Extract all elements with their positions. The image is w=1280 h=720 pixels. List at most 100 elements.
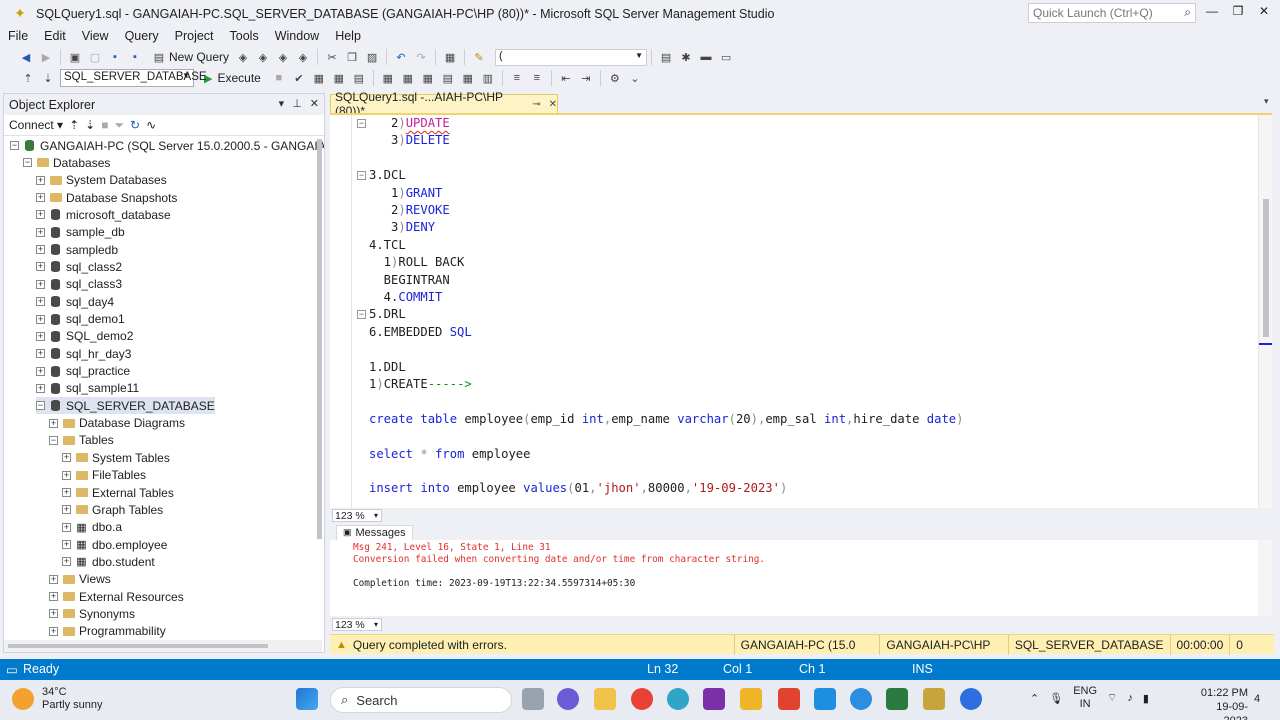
tree-node[interactable]: + System Databases [36, 172, 167, 189]
tree-node[interactable]: + System Tables [62, 449, 170, 466]
fold-icon[interactable]: − [357, 171, 366, 181]
zoom-icon[interactable] [960, 688, 982, 710]
chrome-icon[interactable] [631, 688, 653, 710]
expand-icon[interactable]: + [62, 488, 71, 497]
cut-icon[interactable]: ✂ [324, 49, 340, 65]
battery-icon[interactable]: ▮ [1143, 692, 1149, 705]
notification-count[interactable]: 4 [1254, 693, 1260, 705]
expand-icon[interactable]: + [49, 609, 58, 619]
tree-node[interactable]: + sql_practice [36, 363, 130, 380]
expand-icon[interactable]: + [62, 453, 71, 463]
results-to-file-icon[interactable]: ▥ [480, 70, 496, 86]
add-item-icon[interactable]: ▢ [87, 49, 103, 65]
code-line[interactable]: insert into employee values(01,'jhon',80… [369, 480, 787, 497]
expand-icon[interactable]: + [36, 175, 45, 185]
back-icon[interactable]: ◀ [18, 49, 34, 65]
pin-icon[interactable]: ⊥ [292, 97, 302, 110]
stop-icon[interactable]: ■ [101, 118, 108, 132]
tree-node[interactable]: + ▦ dbo.student [62, 553, 155, 570]
menu-project[interactable]: Project [167, 29, 222, 43]
object-explorer-scrollbar[interactable] [317, 139, 322, 539]
tree-node[interactable]: − Databases [23, 154, 110, 171]
refresh-icon[interactable]: ↻ [130, 118, 140, 132]
tree-node[interactable]: + Graph Tables [62, 501, 163, 518]
solution-explorer-icon[interactable]: ▤ [658, 49, 674, 65]
expand-icon[interactable]: + [36, 279, 45, 289]
maximize-icon[interactable]: ❐ [1228, 4, 1248, 22]
chevron-down-icon[interactable]: ▾ [279, 97, 285, 110]
paste-icon[interactable]: ▨ [364, 49, 380, 65]
expand-icon[interactable]: + [36, 210, 45, 220]
undo-icon[interactable]: ↶ [393, 49, 409, 65]
find-combo[interactable]: ( ▼ [495, 48, 648, 66]
intellisense-icon[interactable]: ▤ [351, 70, 367, 86]
connect-icon[interactable]: ⇡ [20, 70, 36, 86]
taskbar-search[interactable]: ⌕ Search [330, 687, 512, 713]
tree-node[interactable]: + ▦ dbo.a [62, 519, 122, 536]
editor-vertical-scrollbar[interactable] [1258, 115, 1272, 509]
new-query-button[interactable]: ▤ New Query [149, 49, 229, 65]
expand-icon[interactable]: + [36, 193, 45, 203]
query-editor[interactable]: − − − 2)UPDATE 3)DELETE 3.DCL 1)GRANT 2)REV… [330, 113, 1272, 509]
code-line[interactable]: 4.TCL [369, 237, 406, 254]
menu-tools[interactable]: Tools [222, 29, 267, 43]
specify-values-icon[interactable]: ⚙ [607, 70, 623, 86]
code-line[interactable]: 3)DELETE [369, 132, 450, 149]
scroll-thumb[interactable] [1263, 199, 1269, 337]
code-line[interactable]: 5.DRL [369, 306, 406, 323]
teams-icon[interactable] [557, 688, 579, 710]
results-to-text-icon[interactable]: ▤ [440, 70, 456, 86]
tree-node[interactable]: + Database Snapshots [36, 189, 177, 206]
parse-icon[interactable]: ✔ [291, 70, 307, 86]
disconnect-icon[interactable]: ⇣ [85, 118, 95, 132]
expand-icon[interactable]: + [36, 314, 45, 324]
available-databases-combo[interactable]: SQL_SERVER_DATABASE ▼ [60, 69, 207, 87]
code-line[interactable]: 6.EMBEDDED SQL [369, 324, 472, 341]
tree-node[interactable]: + Synonyms [49, 605, 135, 622]
pin-icon[interactable]: ⊸ [532, 99, 540, 110]
excel-icon[interactable] [886, 688, 908, 710]
windows-start-icon[interactable] [296, 688, 318, 710]
expand-icon[interactable]: + [36, 262, 45, 272]
tree-node[interactable]: + External Resources [49, 588, 184, 605]
fold-icon[interactable]: − [357, 119, 366, 128]
code-line[interactable]: 2)UPDATE [369, 115, 450, 132]
ssms-taskbar-icon[interactable] [923, 688, 945, 710]
properties-icon[interactable]: ✱ [678, 49, 694, 65]
tree-node[interactable]: − GANGAIAH-PC (SQL Server 15.0.2000.5 - G… [10, 137, 324, 154]
results-to-grid-icon[interactable]: ▦ [460, 70, 476, 86]
language-indicator[interactable]: ENG IN [1073, 685, 1097, 711]
anydesk-icon[interactable] [778, 688, 800, 710]
expand-icon[interactable]: + [36, 245, 45, 255]
close-icon[interactable]: ✕ [549, 99, 557, 110]
decrease-indent-icon[interactable]: ⇤ [558, 70, 574, 86]
expand-icon[interactable]: + [36, 383, 45, 393]
dmx-query-icon[interactable]: ◈ [275, 49, 291, 65]
code-line[interactable]: 3)DENY [369, 219, 435, 236]
code-line[interactable]: 1)GRANT [369, 185, 442, 202]
disconnect-icon[interactable]: ⇣ [40, 70, 56, 86]
expand-icon[interactable]: + [49, 626, 58, 636]
new-project-icon[interactable]: ▣ [67, 49, 83, 65]
tab-sqlquery1[interactable]: SQLQuery1.sql -...AIAH-PC\HP (80))* ⊸ ✕ [330, 90, 558, 118]
activity-icon[interactable]: ∿ [146, 118, 156, 132]
expand-icon[interactable]: + [62, 505, 71, 515]
messages-zoom-combo[interactable]: 123 % ▾ [332, 617, 382, 631]
collapse-icon[interactable]: − [36, 401, 45, 411]
tab-messages[interactable]: ▣ Messages [336, 524, 413, 540]
clock[interactable]: 01:22 PM 19-09-2023 [1192, 686, 1248, 720]
tree-node[interactable]: + ▦ dbo.employee [62, 536, 167, 553]
tab-overflow-icon[interactable]: ▾ [1264, 96, 1269, 107]
expand-icon[interactable]: + [36, 349, 45, 359]
expand-icon[interactable]: + [62, 540, 71, 550]
expand-icon[interactable]: + [62, 557, 71, 567]
xmla-query-icon[interactable]: ◈ [295, 49, 311, 65]
volume-icon[interactable]: ♪ [1127, 692, 1133, 704]
close-icon[interactable]: ✕ [310, 97, 319, 110]
menu-help[interactable]: Help [327, 29, 369, 43]
collapse-icon[interactable]: − [23, 158, 32, 168]
object-explorer-horizontal-scrollbar[interactable] [4, 640, 322, 652]
power-bi-icon[interactable] [740, 688, 762, 710]
expand-icon[interactable]: + [49, 574, 58, 584]
fold-icon[interactable]: − [357, 310, 366, 320]
